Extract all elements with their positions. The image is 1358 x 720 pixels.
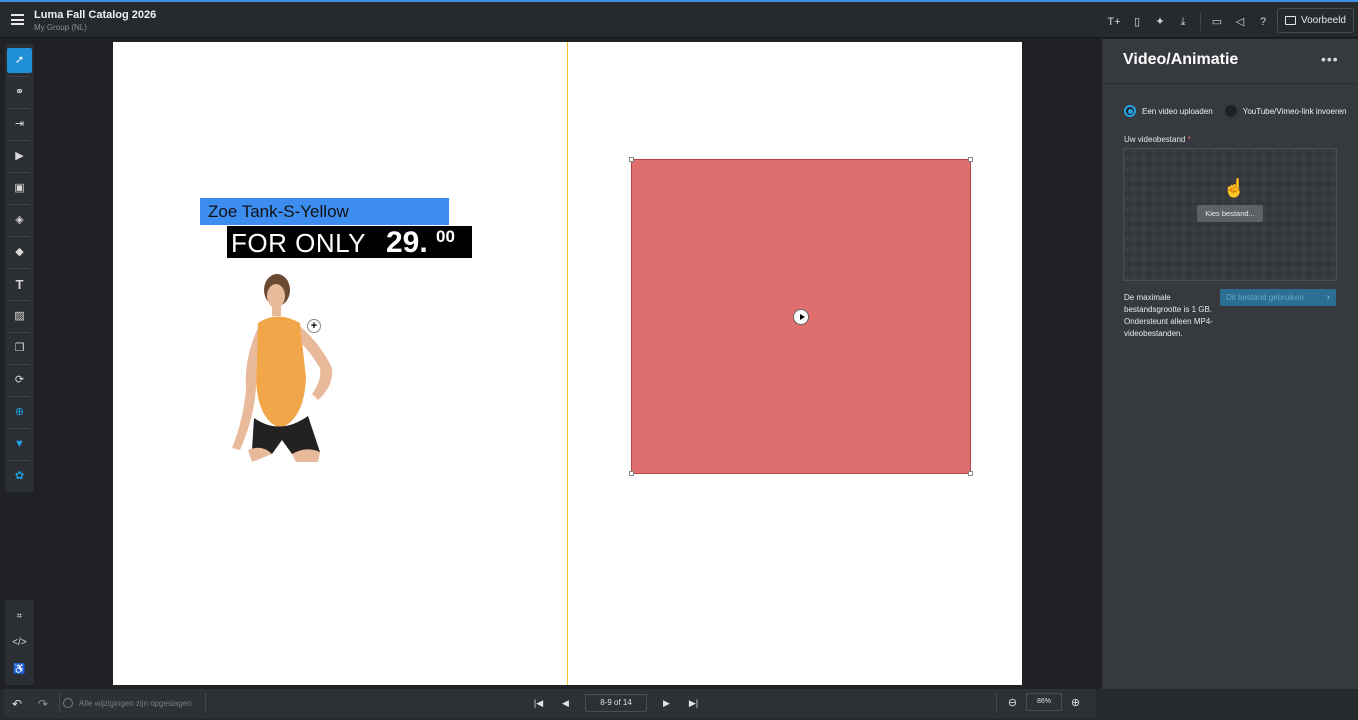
video-settings-panel: Video/Animatie ••• Een video uploaden Yo…: [1102, 39, 1358, 689]
document-title: Luma Fall Catalog 2026: [34, 9, 157, 21]
file-help-text: De maximale bestandsgrootte is 1 GB. Ond…: [1124, 293, 1213, 338]
last-page-icon[interactable]: ▶|: [686, 698, 701, 709]
integrations-tool-icon[interactable]: ✿: [7, 464, 32, 489]
next-page-icon[interactable]: ▶: [659, 698, 674, 709]
zoom-out-icon[interactable]: ⊖: [1004, 696, 1021, 709]
radio-link[interactable]: [1224, 105, 1237, 117]
page-fold-line: [567, 42, 568, 685]
radio-upload[interactable]: [1124, 105, 1136, 117]
help-icon[interactable]: ?: [1256, 15, 1270, 29]
video-tool-icon[interactable]: ▶: [7, 144, 32, 169]
left-toolbar: ➚ ⚭ ⇥ ▶ ▣ ◈ ◆ T ▨ ❐ ⟳ ⊕ ▼ ✿: [5, 44, 34, 492]
embed-tool-icon[interactable]: ▣: [7, 176, 32, 201]
price-banner[interactable]: FOR ONLY 29. 00: [227, 226, 472, 259]
zoom-in-icon[interactable]: ⊕: [1067, 696, 1084, 709]
check-circle-icon: [63, 698, 73, 708]
crop-tool-icon[interactable]: ⌗: [7, 604, 32, 629]
add-hotspot-button[interactable]: +: [307, 319, 321, 333]
price-prefix: FOR ONLY: [231, 228, 366, 258]
first-page-icon[interactable]: |◀: [531, 698, 546, 709]
export-tool-icon[interactable]: ⇥: [7, 112, 32, 137]
comment-tool-icon[interactable]: ▼: [7, 432, 32, 457]
price-cents: 00: [436, 227, 455, 246]
prev-page-icon[interactable]: ◀: [558, 698, 573, 709]
preview-label: Voorbeeld: [1300, 15, 1346, 26]
undo-icon[interactable]: ↶: [12, 697, 22, 711]
tag-tool-icon[interactable]: ◈: [7, 208, 32, 233]
more-options-icon[interactable]: •••: [1321, 51, 1339, 67]
chevron-right-icon: ›: [1326, 292, 1330, 303]
page-navigation: |◀ ◀ 8-9 of 14 ▶ ▶|: [525, 694, 707, 712]
hand-cursor-icon: ☝: [1223, 178, 1246, 198]
use-file-button[interactable]: Dit bestand gebruiken ›: [1220, 289, 1336, 306]
accessibility-tool-icon[interactable]: ♿: [7, 657, 32, 682]
video-file-label: Uw videobestand *: [1124, 135, 1191, 144]
video-source-options: Een video uploaden YouTube/Vimeo-link in…: [1124, 105, 1358, 117]
panel-title: Video/Animatie: [1123, 51, 1239, 68]
save-status-text: Alle wijzigingen zijn opgeslagen: [79, 698, 192, 708]
zoom-controls: ⊖ 86% ⊕: [1004, 693, 1084, 711]
resize-handle-bottom-left[interactable]: [629, 471, 634, 476]
layers-tool-icon[interactable]: ❐: [7, 336, 32, 361]
add-page-icon[interactable]: ▯: [1130, 15, 1144, 29]
download-icon[interactable]: ⤓: [1176, 15, 1190, 29]
code-tool-icon[interactable]: </>: [7, 630, 32, 655]
preview-button[interactable]: Voorbeeld: [1276, 8, 1354, 33]
page-indicator[interactable]: 8-9 of 14: [585, 694, 647, 712]
resize-handle-bottom-right[interactable]: [968, 471, 973, 476]
menu-icon[interactable]: [11, 14, 24, 25]
link-tool-icon[interactable]: ⚭: [7, 80, 32, 105]
radio-upload-label[interactable]: Een video uploaden: [1142, 107, 1213, 116]
keyboard-icon[interactable]: ▭: [1210, 15, 1224, 29]
announcement-icon[interactable]: ◁: [1233, 15, 1247, 29]
price-amount: 29.: [386, 226, 428, 259]
text-tool-icon[interactable]: T: [7, 272, 32, 297]
resize-handle-top-right[interactable]: [968, 157, 973, 162]
fill-tool-icon[interactable]: ◆: [7, 240, 32, 265]
add-tool-icon[interactable]: ⊕: [7, 400, 32, 425]
left-bottom-toolbar: ⌗ </> ♿: [5, 600, 34, 685]
preview-monitor-icon: [1284, 16, 1296, 25]
redo-icon[interactable]: ↷: [38, 697, 48, 711]
save-status: Alle wijzigingen zijn opgeslagen: [63, 698, 192, 708]
add-text-icon[interactable]: T+: [1107, 15, 1121, 29]
refresh-tool-icon[interactable]: ⟳: [7, 368, 32, 393]
play-icon[interactable]: [793, 309, 809, 325]
zoom-level[interactable]: 86%: [1026, 693, 1062, 711]
image-tool-icon[interactable]: ▨: [7, 304, 32, 329]
product-image[interactable]: [222, 268, 346, 462]
choose-file-button[interactable]: Kies bestand...: [1197, 205, 1263, 222]
select-tool-icon[interactable]: ➚: [7, 47, 32, 73]
top-bar: Luma Fall Catalog 2026 My Group (NL) T+ …: [0, 0, 1358, 38]
resize-handle-top-left[interactable]: [629, 157, 634, 162]
document-group: My Group (NL): [34, 23, 87, 32]
radio-link-label[interactable]: YouTube/Vimeo-link invoeren: [1243, 107, 1347, 116]
product-name-label[interactable]: Zoe Tank-S-Yellow: [200, 198, 449, 225]
magic-wand-icon[interactable]: ✦: [1153, 15, 1167, 29]
